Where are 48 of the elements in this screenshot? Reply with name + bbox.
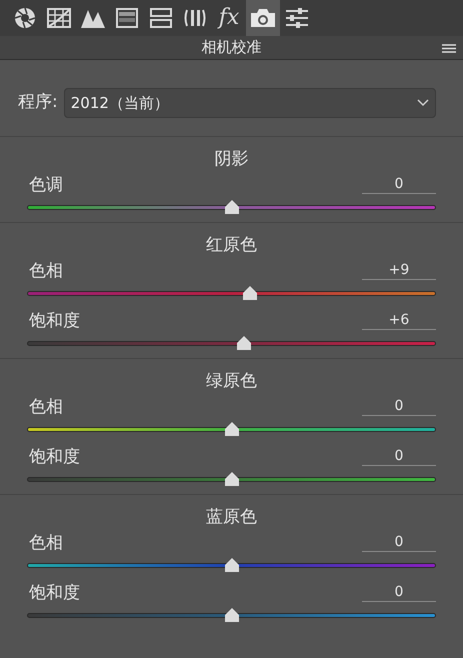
section-title: 蓝原色	[205, 509, 258, 526]
mountains-icon	[81, 8, 105, 28]
fx-label: fx	[218, 7, 240, 29]
slider-thumb[interactable]	[240, 286, 259, 300]
value-field[interactable]: 0	[362, 177, 436, 194]
process-dropdown[interactable]: 2012（当前）	[64, 88, 436, 118]
slider[interactable]	[27, 335, 436, 351]
process-label: 程序:	[18, 91, 58, 114]
slider-label: 饱和度	[28, 449, 80, 466]
slider[interactable]	[27, 199, 436, 215]
value-field[interactable]: 0	[362, 585, 436, 602]
slider-label: 饱和度	[28, 313, 80, 330]
panel-tab[interactable]: fx	[212, 0, 246, 36]
camera-icon	[250, 8, 276, 28]
aperture-icon	[14, 7, 36, 29]
slider-thumb[interactable]	[234, 336, 253, 350]
value-field[interactable]: 0	[362, 399, 436, 416]
menu-icon[interactable]	[442, 44, 456, 53]
slider-thumb[interactable]	[222, 608, 240, 622]
slider[interactable]	[27, 607, 436, 623]
sliders-icon	[285, 8, 309, 28]
split-bars-icon	[150, 8, 172, 28]
value-field[interactable]: 0	[362, 535, 436, 552]
slider-thumb[interactable]	[222, 472, 240, 486]
section-title: 红原色	[205, 237, 258, 254]
slider-label: 色相	[28, 263, 63, 280]
slider-label: 色相	[28, 399, 63, 416]
chevron-down-icon	[417, 99, 429, 107]
slider-label: 饱和度	[28, 585, 80, 602]
slider[interactable]	[27, 471, 436, 487]
panel-title: 相机校准	[202, 40, 262, 55]
value-field[interactable]: 0	[362, 449, 436, 466]
slider[interactable]	[27, 285, 436, 301]
slider-thumb[interactable]	[222, 558, 240, 572]
slider-thumb[interactable]	[222, 200, 240, 214]
slider-thumb[interactable]	[222, 422, 240, 436]
value-field[interactable]: +9	[362, 263, 436, 280]
section-title: 阴影	[214, 151, 250, 168]
panel-tab[interactable]	[246, 0, 280, 36]
section-title: 绿原色	[205, 373, 258, 390]
slider[interactable]	[27, 557, 436, 573]
slider[interactable]	[27, 421, 436, 437]
grid-curve-icon	[47, 8, 71, 28]
slider-label: 色调	[28, 177, 63, 194]
value-field[interactable]: +6	[362, 313, 436, 330]
stripes-icon	[116, 8, 138, 28]
slider-label: 色相	[28, 535, 63, 552]
lens-icon	[184, 8, 206, 28]
